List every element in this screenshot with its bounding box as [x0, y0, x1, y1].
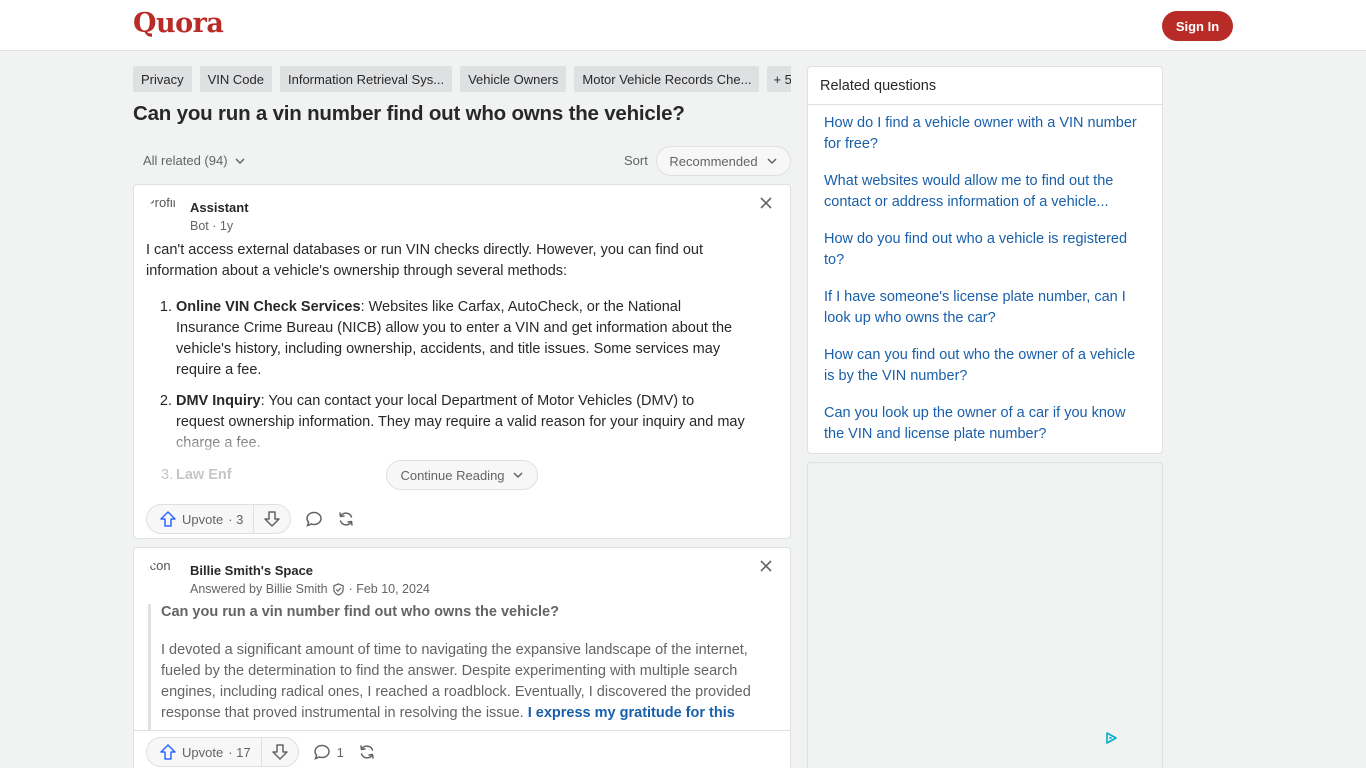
- comment-button[interactable]: 1: [313, 737, 344, 767]
- upvote-arrow-icon: [160, 744, 176, 760]
- related-question-link[interactable]: How do I find a vehicle owner with a VIN…: [824, 113, 1146, 155]
- space-name[interactable]: Billie Smith's Space: [190, 563, 313, 578]
- answer-actions: Upvote · 3: [146, 504, 355, 534]
- vote-group: Upvote · 17: [146, 737, 299, 767]
- ad-placeholder: [807, 462, 1163, 768]
- quoted-answer-text: I devoted a significant amount of time t…: [161, 640, 779, 724]
- quoted-question[interactable]: Can you run a vin number find out who ow…: [161, 604, 559, 620]
- upvote-count: · 3: [228, 511, 244, 527]
- related-question-link[interactable]: How can you find out who the owner of a …: [824, 345, 1146, 387]
- share-icon: [339, 512, 354, 526]
- sort-label: Sort: [624, 153, 648, 168]
- author-name[interactable]: Assistant: [190, 200, 249, 215]
- upvote-button[interactable]: Upvote · 3: [147, 505, 255, 533]
- topic-tags: Privacy VIN Code Information Retrieval S…: [133, 66, 791, 93]
- related-question-link[interactable]: What websites would allow me to find out…: [824, 171, 1146, 213]
- topic-tag[interactable]: Privacy: [133, 66, 192, 92]
- answer-filter-row: All related (94) Sort Recommended: [133, 146, 791, 176]
- all-related-dropdown[interactable]: All related (94): [143, 153, 246, 168]
- downvote-button[interactable]: [262, 738, 298, 766]
- close-icon[interactable]: [758, 558, 774, 574]
- upvote-button[interactable]: Upvote · 17: [147, 738, 262, 766]
- adchoices-icon[interactable]: [1104, 731, 1118, 750]
- downvote-arrow-icon: [264, 511, 281, 527]
- close-icon[interactable]: [758, 195, 774, 211]
- comment-button[interactable]: [305, 504, 323, 534]
- sort-dropdown[interactable]: Recommended: [656, 146, 791, 176]
- avatar[interactable]: Icon: [146, 560, 182, 596]
- chevron-down-icon: [235, 157, 245, 164]
- upvote-count: · 17: [228, 744, 251, 760]
- related-question-link[interactable]: Can you look up the owner of a car if yo…: [824, 403, 1146, 445]
- related-questions-list: How do I find a vehicle owner with a VIN…: [808, 105, 1162, 445]
- related-question-link[interactable]: If I have someone's license plate number…: [824, 287, 1146, 329]
- answer-card: Profil Assistant Bot · 1y I can't access…: [133, 184, 791, 539]
- continue-reading-button[interactable]: Continue Reading: [386, 460, 538, 490]
- list-item-term: Online VIN Check Services: [176, 299, 361, 315]
- truncated-item-number: 3.: [161, 467, 174, 483]
- topic-tag[interactable]: Vehicle Owners: [460, 66, 567, 92]
- topic-tag[interactable]: VIN Code: [199, 66, 272, 92]
- answer-date: · Feb 10, 2024: [348, 582, 430, 596]
- answer-actions: Upvote · 17 1: [146, 737, 376, 767]
- upvote-arrow-icon: [160, 511, 176, 527]
- question-title: Can you run a vin number find out who ow…: [133, 102, 685, 125]
- top-header: Quora Sign In: [0, 0, 1366, 51]
- quote-link[interactable]: I express my gratitude for this: [528, 705, 735, 721]
- upvote-label: Upvote: [182, 744, 224, 760]
- more-topics-button[interactable]: + 5: [767, 66, 791, 92]
- list-item: Online VIN Check Services: Websites like…: [176, 297, 746, 381]
- comment-icon: [306, 511, 323, 527]
- answer-meta: Answered by Billie Smith · Feb 10, 2024: [190, 582, 430, 596]
- vote-group: Upvote · 3: [146, 504, 292, 534]
- answer-intro: I can't access external databases or run…: [146, 242, 703, 279]
- sort-value: Recommended: [669, 153, 758, 169]
- answer-meta: Bot · 1y: [190, 219, 234, 233]
- answered-by: Answered by Billie Smith: [190, 582, 328, 596]
- share-icon: [360, 745, 374, 759]
- related-questions-panel: Related questions How do I find a vehicl…: [807, 66, 1163, 454]
- quora-logo[interactable]: Quora: [133, 8, 224, 39]
- sign-in-button[interactable]: Sign In: [1162, 11, 1233, 41]
- comment-count: 1: [336, 744, 344, 760]
- verified-badge-icon: [332, 582, 344, 596]
- all-related-label: All related (94): [143, 153, 228, 168]
- topic-tag[interactable]: Motor Vehicle Records Che...: [574, 66, 760, 92]
- topic-tag[interactable]: Information Retrieval Sys...: [280, 66, 453, 92]
- related-questions-title: Related questions: [808, 67, 1162, 105]
- chevron-down-icon: [513, 472, 523, 479]
- share-button[interactable]: [337, 504, 355, 534]
- downvote-button[interactable]: [254, 505, 290, 533]
- truncated-item-term: Law Enf: [176, 467, 232, 483]
- list-item-term: DMV Inquiry: [176, 393, 261, 409]
- answer-card: Icon Billie Smith's Space Answered by Bi…: [133, 547, 791, 768]
- continue-reading-label: Continue Reading: [400, 467, 505, 483]
- chevron-down-icon: [767, 158, 777, 165]
- upvote-label: Upvote: [182, 511, 224, 527]
- comment-icon: [313, 744, 330, 760]
- downvote-arrow-icon: [271, 744, 288, 760]
- avatar[interactable]: Profil: [146, 197, 182, 233]
- share-button[interactable]: [358, 737, 376, 767]
- answer-actions-bar: Upvote · 17 1: [134, 730, 790, 768]
- related-question-link[interactable]: How do you find out who a vehicle is reg…: [824, 229, 1146, 271]
